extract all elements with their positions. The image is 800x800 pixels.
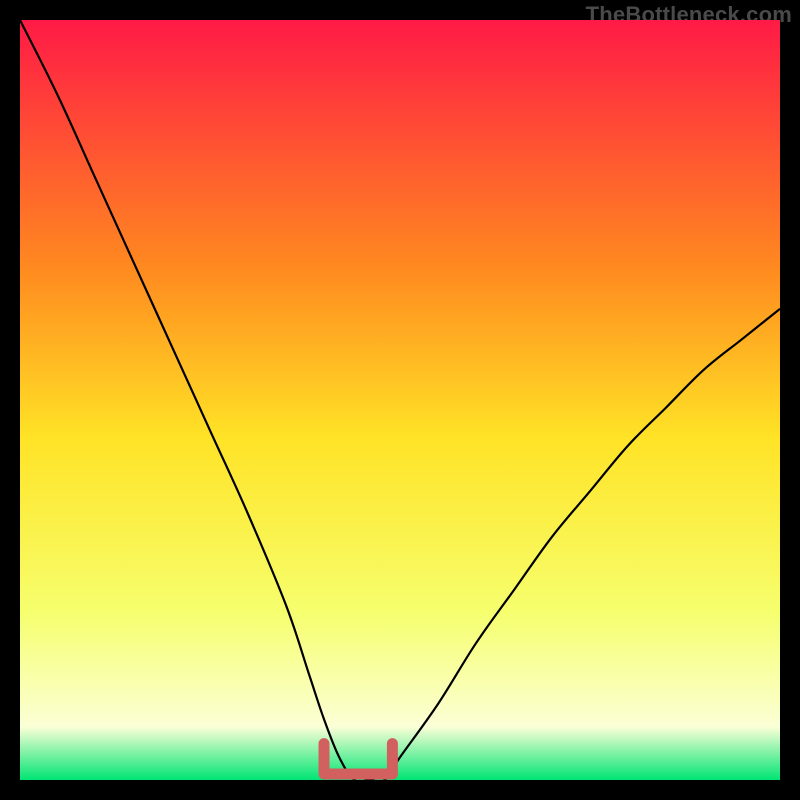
gradient-background: [20, 20, 780, 780]
plot-area: [20, 20, 780, 780]
bottleneck-chart: [20, 20, 780, 780]
chart-frame: TheBottleneck.com: [0, 0, 800, 800]
